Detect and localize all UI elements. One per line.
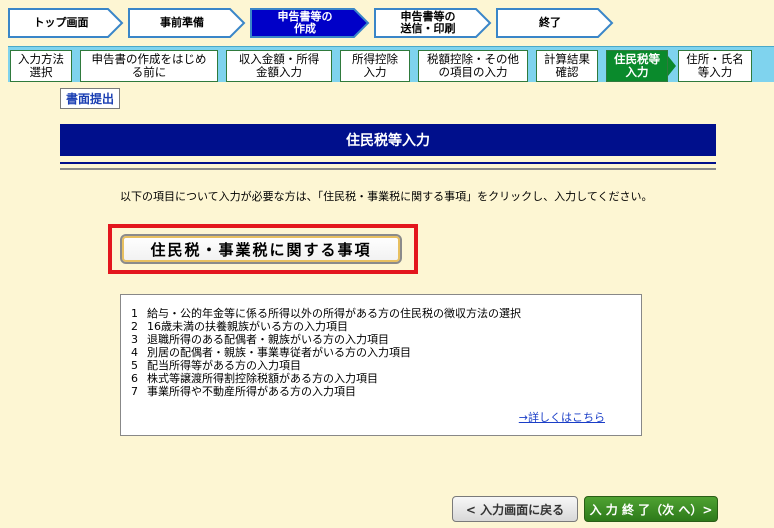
tab-input-method: 入力方法 選択 (10, 50, 72, 82)
list-item: 1 給与・公的年金等に係る所得以外の所得がある方の住民税の徴収方法の選択 (131, 307, 631, 320)
finish-input-next-button[interactable]: 入 力 終 了（次 へ）> (584, 496, 718, 522)
item-text: 事業所得や不動産所得がある方の入力項目 (147, 385, 356, 398)
item-text: 株式等譲渡所得割控除税額がある方の入力項目 (147, 372, 378, 385)
item-number: 3 (131, 333, 138, 346)
item-number: 6 (131, 372, 138, 385)
details-link[interactable]: →詳しくはこちら (519, 409, 605, 425)
tab-tax-credit-input: 税額控除・その他 の項目の入力 (418, 50, 528, 82)
tab-label: 計算結果 確認 (544, 52, 590, 79)
item-text: 退職所得のある配偶者・親族がいる方の入力項目 (147, 333, 389, 346)
step-create-return: 申告書等の 作成 (250, 8, 370, 38)
tab-income-input: 収入金額・所得 金額入力 (226, 50, 332, 82)
list-item: 4 別居の配偶者・親族・事業専従者がいる方の入力項目 (131, 346, 631, 359)
tab-label: 入力方法 選択 (18, 52, 64, 79)
tab-deduction-input: 所得控除 入力 (340, 50, 410, 82)
step-preparation: 事前準備 (128, 8, 246, 38)
step-navigation: トップ画面 事前準備 申告書等の 作成 申告書等の 送信・印刷 終了 (0, 0, 774, 44)
item-text: 16歳未満の扶養親族がいる方の入力項目 (147, 320, 348, 333)
item-text: 給与・公的年金等に係る所得以外の所得がある方の住民税の徴収方法の選択 (147, 307, 521, 320)
tab-calc-result: 計算結果 確認 (536, 50, 598, 82)
item-text: 別居の配偶者・親族・事業専従者がいる方の入力項目 (147, 346, 411, 359)
tab-label: 税額控除・その他 の項目の入力 (427, 52, 519, 79)
step-finish: 終了 (496, 8, 614, 38)
tab-address-name: 住所・氏名 等入力 (678, 50, 752, 82)
list-item: 3 退職所得のある配偶者・親族がいる方の入力項目 (131, 333, 631, 346)
list-item: 2 16歳未満の扶養親族がいる方の入力項目 (131, 320, 631, 333)
step-label: トップ画面 (33, 16, 89, 29)
step-label: 申告書等の 送信・印刷 (400, 10, 456, 35)
items-list-box: 1 給与・公的年金等に係る所得以外の所得がある方の住民税の徴収方法の選択 2 16歳… (120, 294, 642, 436)
title-divider (60, 162, 716, 164)
step-label: 事前準備 (160, 16, 204, 29)
list-item: 6 株式等譲渡所得割控除税額がある方の入力項目 (131, 372, 631, 385)
step-send-print: 申告書等の 送信・印刷 (374, 8, 492, 38)
item-number: 2 (131, 320, 138, 333)
page-title: 住民税等入力 (60, 124, 716, 156)
item-number: 5 (131, 359, 138, 372)
item-number: 7 (131, 385, 138, 398)
item-number: 1 (131, 307, 138, 320)
sub-step-tabs: 入力方法 選択 申告書の作成をはじめ る前に 収入金額・所得 金額入力 所得控除… (8, 46, 774, 82)
active-tab-arrow (668, 56, 676, 76)
tab-label: 収入金額・所得 金額入力 (238, 52, 320, 79)
tab-label: 住民税等 入力 (614, 52, 660, 79)
intro-text: 以下の項目について入力が必要な方は、「住民税・事業税に関する事項」をクリックし、… (120, 190, 653, 203)
list-item: 5 配当所得等がある方の入力項目 (131, 359, 631, 372)
tab-resident-tax-input: 住民税等 入力 (606, 50, 676, 82)
resident-business-tax-button[interactable]: 住民税・事業税に関する事項 (120, 234, 402, 264)
step-top: トップ画面 (8, 8, 124, 38)
item-number: 4 (131, 346, 138, 359)
list-item: 7 事業所得や不動産所得がある方の入力項目 (131, 385, 631, 398)
tab-label: 申告書の作成をはじめ る前に (91, 52, 207, 79)
step-label: 終了 (539, 16, 561, 29)
back-to-input-button[interactable]: < 入力画面に戻る (452, 496, 578, 522)
tab-before-start: 申告書の作成をはじめ る前に (80, 50, 218, 82)
step-label: 申告書等の 作成 (277, 10, 333, 35)
tab-label: 所得控除 入力 (352, 52, 398, 79)
title-divider-secondary (60, 168, 716, 170)
paper-submission-button[interactable]: 書面提出 (60, 88, 120, 109)
tab-label: 住所・氏名 等入力 (686, 52, 744, 79)
item-text: 配当所得等がある方の入力項目 (147, 359, 301, 372)
